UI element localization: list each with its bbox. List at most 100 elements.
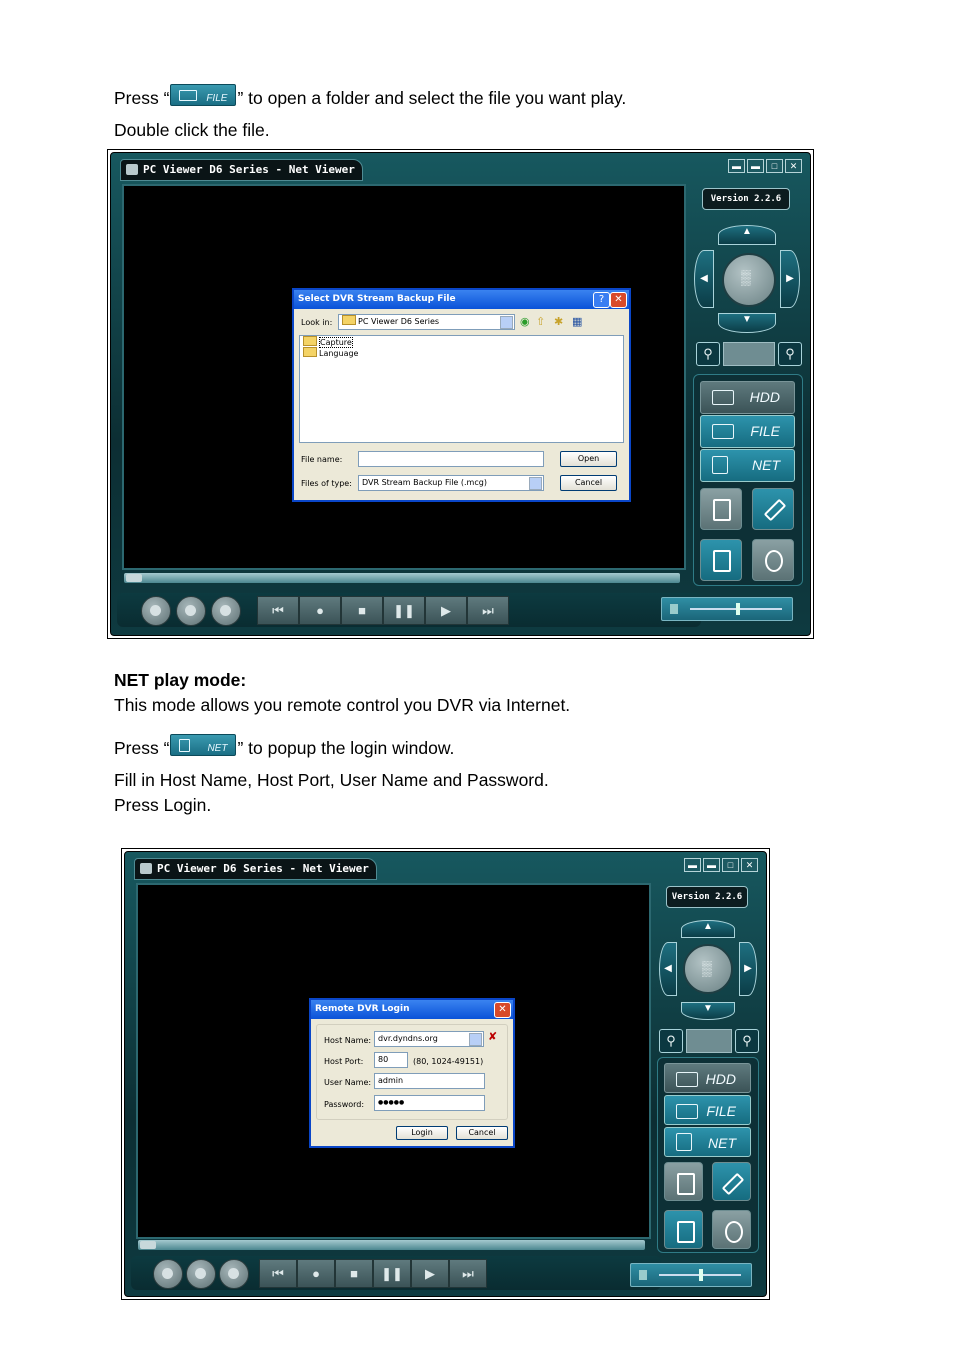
host-port-field[interactable]: 80	[374, 1052, 408, 1068]
snapshot-button[interactable]	[153, 1259, 183, 1289]
close-button[interactable]: ✕	[741, 858, 758, 872]
host-port-hint: (80, 1024-49151)	[413, 1057, 484, 1066]
files-of-type-select[interactable]: DVR Stream Backup File (.mcg)	[358, 475, 544, 491]
network-icon	[179, 739, 191, 752]
login-button[interactable]: Login	[396, 1126, 448, 1140]
hdd-mode-button[interactable]: HDD	[664, 1063, 751, 1093]
maximize-button[interactable]: □	[722, 858, 739, 872]
dialog-close-icon[interactable]: ✕	[610, 292, 627, 308]
record-button[interactable]	[176, 596, 206, 626]
file-list[interactable]: Capture Language	[299, 335, 624, 443]
file-mode-button[interactable]: FILE	[700, 415, 795, 448]
user-name-field[interactable]: admin	[374, 1073, 485, 1089]
pin-button[interactable]: ▬	[684, 858, 701, 872]
chevron-down-icon	[529, 477, 542, 490]
log-button[interactable]	[664, 1162, 703, 1201]
zoom-in-icon[interactable]: ⚲	[696, 342, 720, 366]
password-field[interactable]: ●●●●●	[374, 1095, 485, 1111]
play-record-button[interactable]: ●	[299, 596, 341, 625]
ptz-center-button[interactable]	[683, 944, 733, 994]
seek-bar[interactable]	[124, 573, 680, 583]
seek-handle[interactable]	[140, 1241, 156, 1249]
play-button[interactable]: ▶	[411, 1259, 449, 1288]
instruction-double-click: Double click the file.	[114, 120, 270, 140]
stop-button[interactable]: ■	[341, 596, 383, 625]
view-menu-icon[interactable]: ▦	[572, 315, 582, 328]
viewer-window: PC Viewer D6 Series - Net Viewer ▬ ▬ □ ✕…	[124, 851, 767, 1297]
seek-bar[interactable]	[138, 1240, 645, 1250]
network-icon	[676, 1133, 692, 1151]
help-icon[interactable]: ?	[593, 292, 610, 308]
backup-button[interactable]	[752, 539, 794, 581]
window-controls: ▬ ▬ □ ✕	[684, 858, 758, 872]
hdd-icon	[712, 390, 734, 405]
zoom-in-icon[interactable]: ⚲	[659, 1029, 683, 1053]
pin-button[interactable]: ▬	[728, 159, 745, 173]
log-button[interactable]	[700, 488, 742, 530]
last-button[interactable]: ⏭	[449, 1259, 487, 1288]
ptz-center-button[interactable]	[722, 253, 776, 307]
cancel-button[interactable]: Cancel	[456, 1126, 508, 1140]
stop-button[interactable]: ■	[335, 1259, 373, 1288]
pause-button[interactable]: ❚❚	[373, 1259, 411, 1288]
play-record-button[interactable]: ●	[297, 1259, 335, 1288]
record-button[interactable]	[186, 1259, 216, 1289]
net-heading: NET play mode:	[114, 670, 247, 690]
list-item[interactable]: Language	[303, 347, 623, 361]
speaker-icon	[670, 604, 678, 614]
network-setup-button[interactable]	[664, 1210, 703, 1249]
chevron-down-icon	[500, 316, 513, 329]
files-of-type-label: Files of type:	[301, 479, 352, 488]
open-button[interactable]: Open	[560, 451, 617, 467]
snapshot-button[interactable]	[141, 596, 171, 626]
minimize-button[interactable]: ▬	[747, 159, 764, 173]
ptz-right-arrow-icon[interactable]: ▶	[739, 942, 757, 996]
pause-button[interactable]: ❚❚	[383, 596, 425, 625]
wrench-icon	[763, 498, 787, 522]
hdd-mode-button[interactable]: HDD	[700, 381, 795, 414]
file-name-input[interactable]	[358, 451, 544, 467]
dialog-close-icon[interactable]: ✕	[494, 1002, 511, 1018]
seek-handle[interactable]	[126, 574, 142, 582]
ptz-down-arrow-icon[interactable]: ▼	[718, 313, 776, 333]
volume-slider[interactable]	[630, 1263, 752, 1287]
clear-history-icon[interactable]: ✘	[488, 1030, 497, 1043]
cancel-button[interactable]: Cancel	[560, 475, 617, 491]
minimize-button[interactable]: ▬	[703, 858, 720, 872]
last-button[interactable]: ⏭	[467, 596, 509, 625]
first-button[interactable]: ⏮	[257, 596, 299, 625]
volume-thumb[interactable]	[699, 1269, 703, 1281]
up-folder-icon[interactable]: ⇧	[536, 315, 545, 328]
net-mode-button[interactable]: NET	[664, 1127, 751, 1157]
folder-icon	[342, 315, 356, 325]
zoom-out-icon[interactable]: ⚲	[778, 342, 802, 366]
ptz-left-arrow-icon[interactable]: ◀	[659, 942, 677, 996]
close-button[interactable]: ✕	[785, 159, 802, 173]
new-folder-icon[interactable]: ✱	[554, 315, 563, 328]
backup-button[interactable]	[712, 1210, 751, 1249]
play-button[interactable]: ▶	[425, 596, 467, 625]
maximize-button[interactable]: □	[766, 159, 783, 173]
ptz-left-arrow-icon[interactable]: ◀	[694, 250, 714, 308]
ptz-right-arrow-icon[interactable]: ▶	[780, 250, 800, 308]
settings-button[interactable]	[752, 488, 794, 530]
zoom-search-button[interactable]	[219, 1259, 249, 1289]
ptz-down-arrow-icon[interactable]: ▼	[681, 1002, 735, 1020]
settings-button[interactable]	[712, 1162, 751, 1201]
volume-thumb[interactable]	[736, 603, 740, 615]
zoom-search-button[interactable]	[211, 596, 241, 626]
host-name-field[interactable]: dvr.dyndns.org	[374, 1031, 484, 1047]
zoom-out-icon[interactable]: ⚲	[735, 1029, 759, 1053]
file-mode-button[interactable]: FILE	[664, 1095, 751, 1125]
ptz-up-arrow-icon[interactable]: ▲	[718, 225, 776, 245]
app-icon	[140, 863, 152, 874]
look-in-select[interactable]: PC Viewer D6 Series	[338, 314, 515, 330]
ptz-up-arrow-icon[interactable]: ▲	[681, 920, 735, 938]
instruction-fill-in: Fill in Host Name, Host Port, User Name …	[114, 770, 549, 790]
document-icon	[713, 499, 731, 521]
first-button[interactable]: ⏮	[259, 1259, 297, 1288]
volume-slider[interactable]	[661, 597, 793, 621]
back-icon[interactable]: ◉	[520, 315, 530, 328]
network-setup-button[interactable]	[700, 539, 742, 581]
net-mode-button[interactable]: NET	[700, 449, 795, 482]
